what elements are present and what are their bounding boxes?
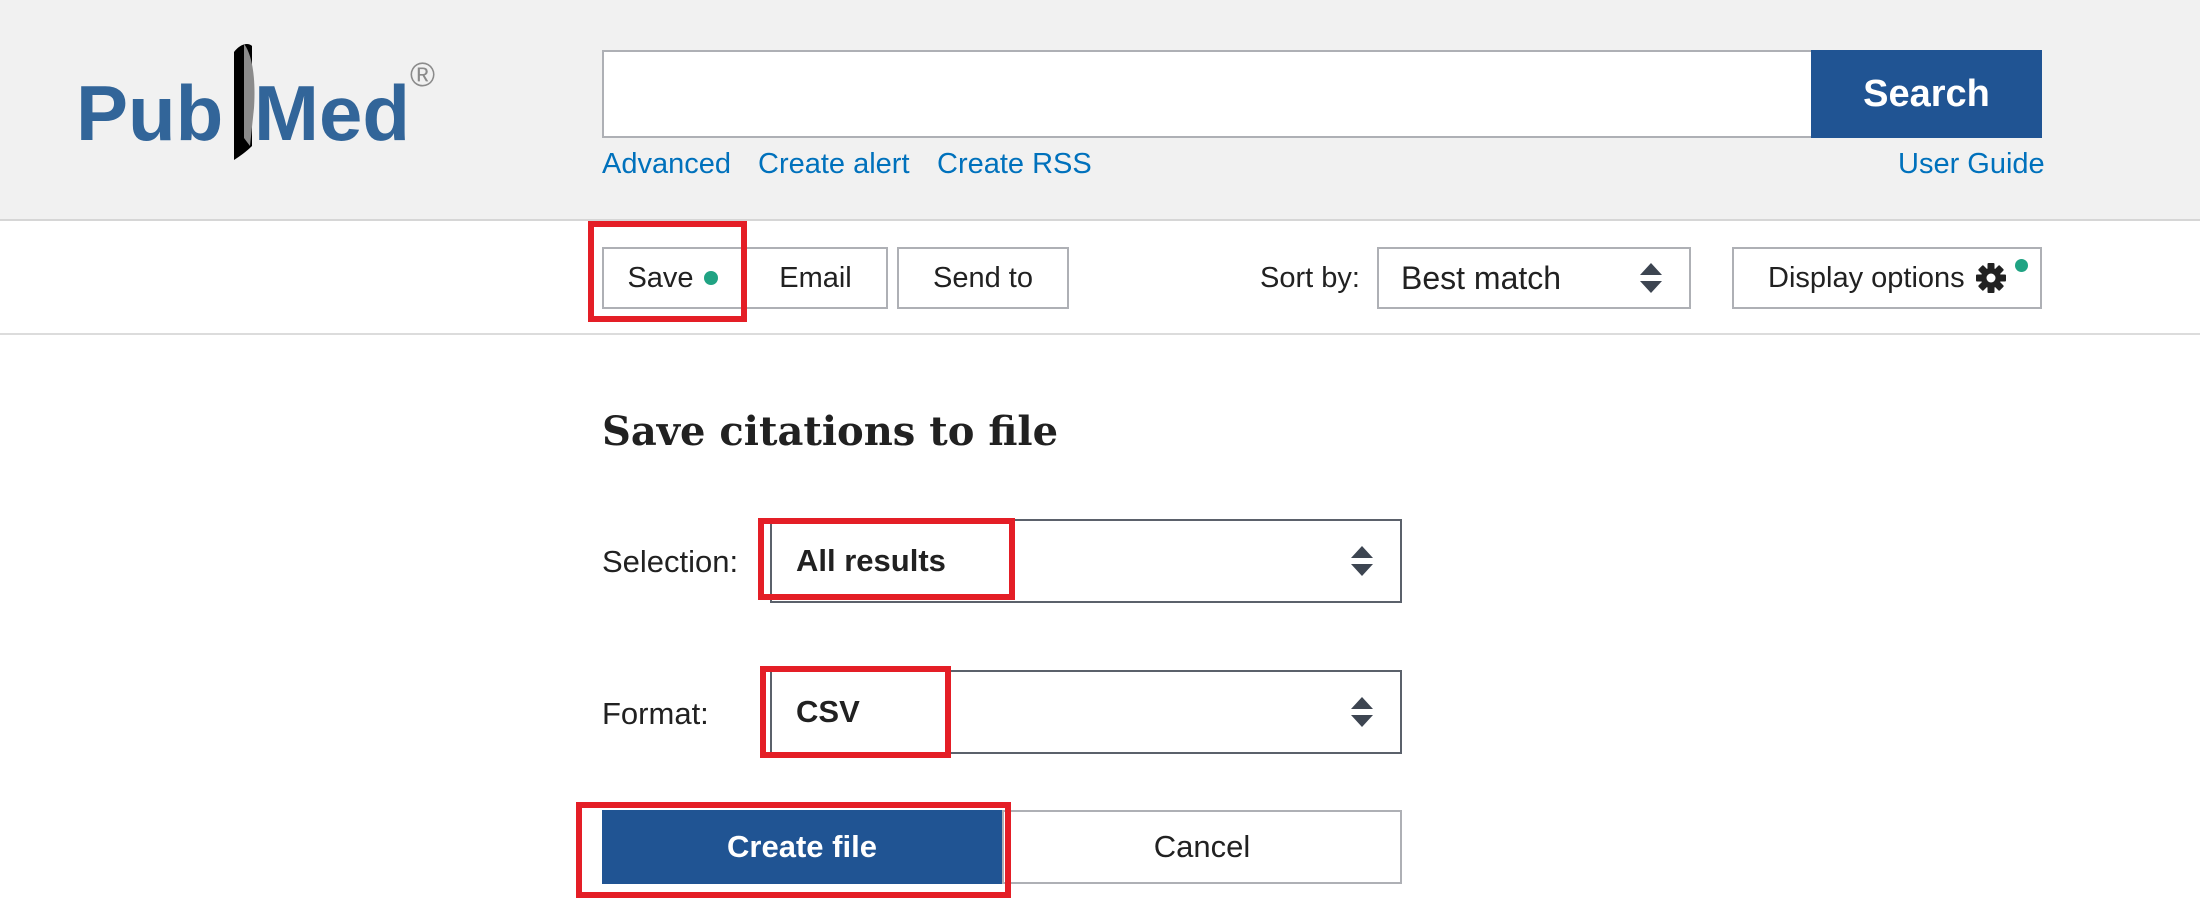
advanced-link[interactable]: Advanced [602, 148, 731, 181]
svg-text:Pub: Pub [76, 69, 223, 157]
sort-select[interactable]: Best match [1377, 247, 1691, 309]
indicator-dot-icon [2015, 259, 2028, 272]
up-down-arrows-icon [1351, 697, 1373, 727]
selection-select[interactable]: All results [770, 519, 1402, 603]
up-down-arrows-icon [1640, 263, 1662, 293]
create-rss-link[interactable]: Create RSS [937, 148, 1092, 181]
selection-value: All results [796, 543, 946, 578]
user-guide-link[interactable]: User Guide [1898, 148, 2045, 181]
format-value: CSV [796, 694, 860, 729]
send-to-button[interactable]: Send to [897, 247, 1069, 309]
save-button-label: Save [627, 261, 694, 294]
selection-label: Selection: [602, 544, 739, 579]
sort-value: Best match [1401, 259, 1562, 296]
search-button[interactable]: Search [1811, 50, 2042, 138]
save-form-title: Save citations to file [602, 408, 1059, 455]
save-button[interactable]: Save [602, 247, 743, 309]
svg-text:Med: Med [254, 69, 410, 157]
format-label: Format: [602, 696, 709, 731]
format-select[interactable]: CSV [770, 670, 1402, 754]
cancel-button[interactable]: Cancel [1002, 810, 1402, 884]
search-input[interactable] [602, 50, 1811, 138]
gear-icon [1975, 263, 2006, 293]
create-alert-link[interactable]: Create alert [758, 148, 910, 181]
create-file-button[interactable]: Create file [602, 810, 1002, 884]
display-options-label: Display options [1768, 261, 1965, 294]
up-down-arrows-icon [1351, 546, 1373, 576]
sort-label: Sort by: [1260, 262, 1360, 294]
pubmed-logo[interactable]: Pub Med ® [76, 38, 446, 168]
display-options-button[interactable]: Display options [1732, 247, 2042, 309]
svg-text:®: ® [410, 56, 435, 94]
status-dot-icon [703, 271, 718, 285]
email-button[interactable]: Email [743, 247, 888, 309]
